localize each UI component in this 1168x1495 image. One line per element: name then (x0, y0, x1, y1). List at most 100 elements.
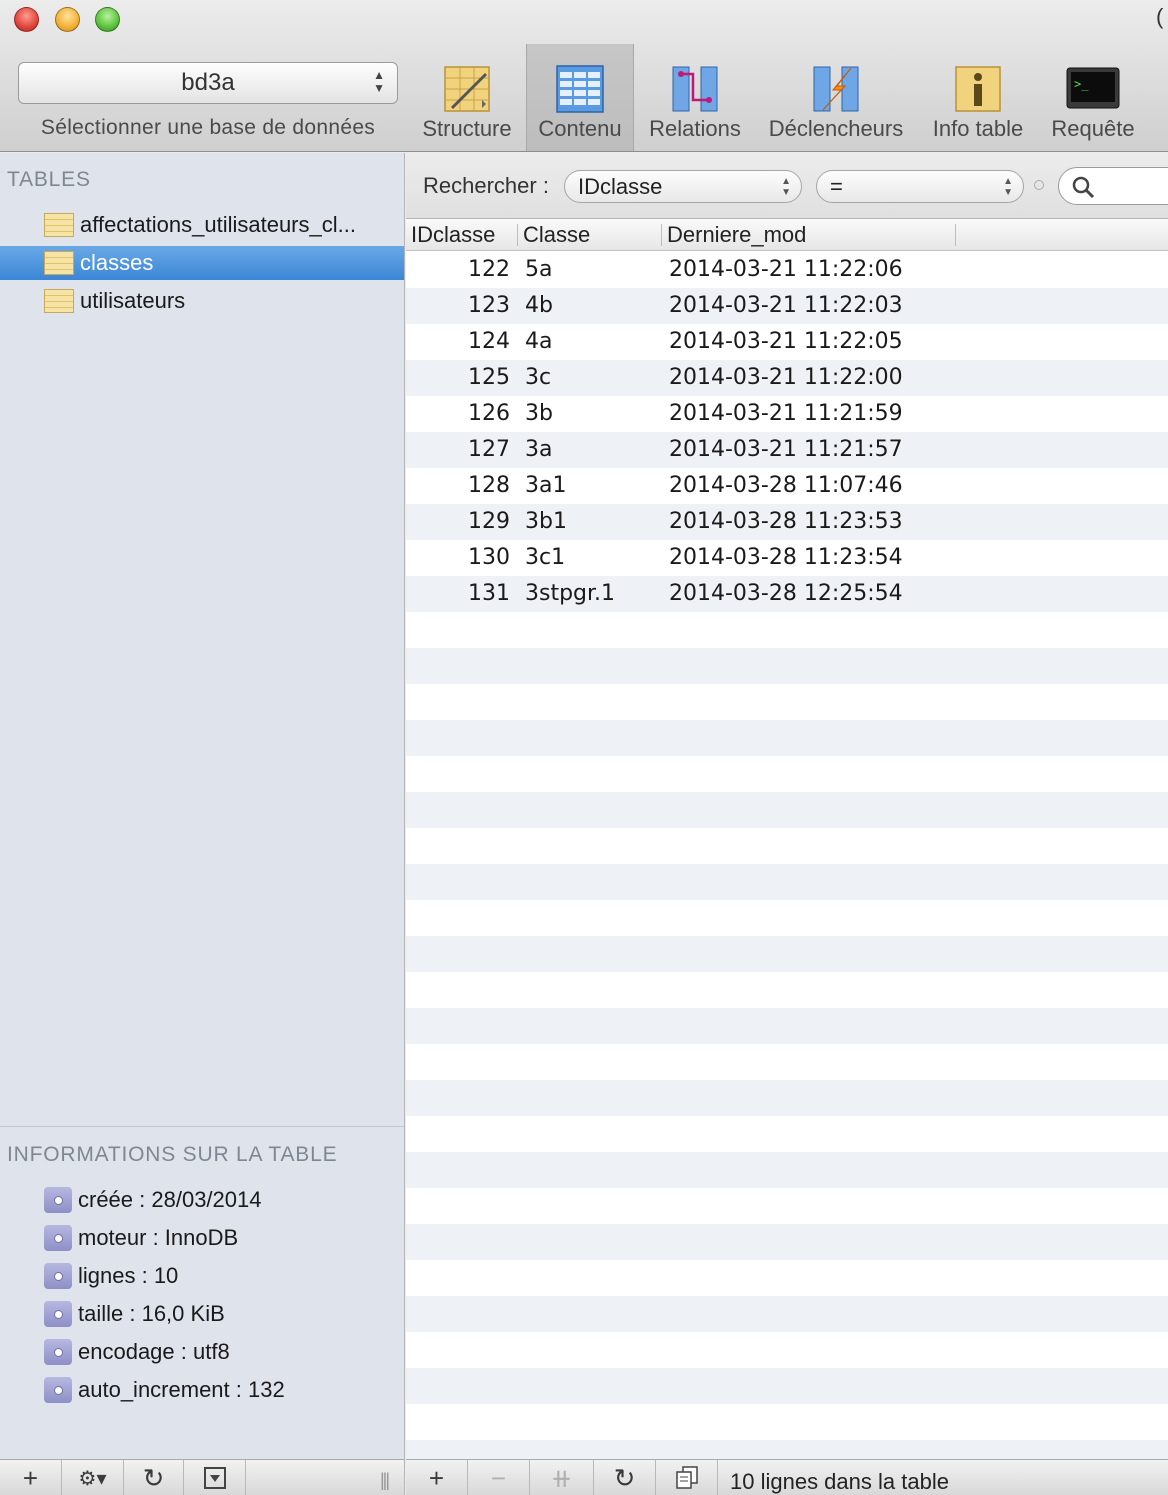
table-row[interactable]: 131 3stpgr.1 2014-03-28 12:25:54 (406, 576, 1168, 612)
filter-search-input[interactable] (1058, 167, 1168, 205)
table-row[interactable]: 128 3a1 2014-03-28 11:07:46 (406, 468, 1168, 504)
duplicate-icon: ⧺ (550, 1462, 573, 1493)
tool-relations[interactable]: Relations (640, 44, 750, 151)
table-row[interactable]: 126 3b 2014-03-21 11:21:59 (406, 396, 1168, 432)
filter-progress-indicator (1034, 180, 1044, 190)
pagination-button[interactable] (656, 1460, 718, 1495)
filter-field-select[interactable]: IDclasse ▲ ▼ (564, 170, 802, 203)
table-row[interactable]: 129 3b1 2014-03-28 11:23:53 (406, 504, 1168, 540)
table-actions-button[interactable]: ⚙▾ (62, 1460, 124, 1495)
tool-content[interactable]: Contenu (526, 44, 634, 151)
sidebar-table-utilisateurs[interactable]: utilisateurs (0, 284, 404, 318)
filter-tables-button[interactable] (184, 1460, 246, 1495)
select-arrows-icon: ▲ ▼ (781, 176, 791, 198)
refresh-tables-button[interactable]: ↻ (124, 1460, 184, 1495)
info-bullet-icon (44, 1377, 72, 1403)
info-item-text: lignes : 10 (78, 1263, 179, 1288)
plus-icon: + (428, 1462, 445, 1493)
sidebar-table-classes[interactable]: classes (0, 246, 404, 280)
filter-field-value: IDclasse (578, 173, 663, 199)
column-separator[interactable] (517, 224, 518, 246)
select-arrows-icon: ▲ ▼ (1003, 176, 1013, 198)
row-count-status: 10 lignes dans la table (730, 1469, 949, 1494)
tool-triggers[interactable]: Déclencheurs (758, 44, 914, 151)
window-corner-glyph: ( (1156, 4, 1164, 29)
add-table-button[interactable]: + (0, 1460, 62, 1495)
cell-idclasse: 131 (468, 581, 510, 606)
info-bullet-icon (44, 1263, 72, 1289)
sidebar-table-affectations[interactable]: affectations_utilisateurs_cl... (0, 208, 404, 242)
cell-idclasse: 124 (468, 329, 510, 354)
content-bottom-bar: + − ⧺ ↻ 10 lignes dans la table (406, 1459, 1168, 1495)
tool-structure[interactable]: Structure (408, 44, 526, 151)
table-body: 122 5a 2014-03-21 11:22:06 123 4b 2014-03-21… (406, 252, 1168, 1459)
minimize-window-button[interactable] (55, 7, 80, 32)
cell-derniere-mod: 2014-03-21 11:21:57 (669, 437, 903, 462)
info-item-engine: moteur : InnoDB (44, 1225, 238, 1251)
content-pane: Rechercher : IDclasse ▲ ▼ = ▲ ▼ IDclasse C… (406, 153, 1168, 1459)
cell-derniere-mod: 2014-03-28 11:23:54 (669, 545, 903, 570)
cell-idclasse: 130 (468, 545, 510, 570)
table-row[interactable]: 125 3c 2014-03-21 11:22:00 (406, 360, 1168, 396)
search-icon (1072, 176, 1095, 199)
plus-icon: + (22, 1462, 39, 1493)
structure-icon (444, 66, 490, 112)
table-row[interactable]: 122 5a 2014-03-21 11:22:06 (406, 252, 1168, 288)
svg-text:>_: >_ (1074, 77, 1089, 91)
cell-derniere-mod: 2014-03-21 11:22:06 (669, 257, 903, 282)
close-window-button[interactable] (14, 7, 39, 32)
duplicate-row-button[interactable]: ⧺ (530, 1460, 594, 1495)
cell-classe: 3c1 (525, 545, 566, 570)
column-header-idclasse[interactable]: IDclasse (411, 222, 495, 248)
tool-triggers-label: Déclencheurs (768, 116, 904, 141)
toolbar: ( bd3a ▲ ▼ Sélectionner une base de donné… (0, 0, 1168, 152)
minus-icon: − (490, 1462, 507, 1493)
filter-bar: Rechercher : IDclasse ▲ ▼ = ▲ ▼ (406, 153, 1168, 219)
info-bullet-icon (44, 1339, 72, 1365)
table-row[interactable]: 123 4b 2014-03-21 11:22:03 (406, 288, 1168, 324)
remove-row-button[interactable]: − (468, 1460, 530, 1495)
info-item-text: encodage : utf8 (78, 1339, 230, 1364)
tool-structure-label: Structure (422, 116, 512, 141)
split-resize-grip[interactable]: ||| (380, 1470, 390, 1491)
database-select[interactable]: bd3a ▲ ▼ (18, 62, 398, 104)
filter-operator-select[interactable]: = ▲ ▼ (816, 170, 1024, 203)
cell-classe: 3a1 (525, 473, 567, 498)
info-bullet-icon (44, 1225, 72, 1251)
terminal-icon: >_ (1066, 67, 1120, 109)
table-row[interactable]: 127 3a 2014-03-21 11:21:57 (406, 432, 1168, 468)
cell-derniere-mod: 2014-03-21 11:22:03 (669, 293, 903, 318)
cell-classe: 5a (525, 257, 553, 282)
info-item-created: créée : 28/03/2014 (44, 1187, 261, 1213)
info-icon (955, 66, 1001, 112)
info-item-size: taille : 16,0 KiB (44, 1301, 225, 1327)
column-header-classe[interactable]: Classe (523, 222, 590, 248)
table-icon (44, 213, 74, 237)
info-item-text: créée : 28/03/2014 (78, 1187, 262, 1212)
zoom-window-button[interactable] (95, 7, 120, 32)
filter-label: Rechercher : (423, 173, 549, 198)
table-row[interactable]: 130 3c1 2014-03-28 11:23:54 (406, 540, 1168, 576)
sidebar-table-label: classes (80, 250, 154, 275)
refresh-content-button[interactable]: ↻ (594, 1460, 656, 1495)
info-item-encoding: encodage : utf8 (44, 1339, 230, 1365)
tool-content-label: Contenu (538, 116, 622, 141)
info-item-text: auto_increment : 132 (78, 1377, 285, 1402)
sidebar: TABLES affectations_utilisateurs_cl... c… (0, 153, 405, 1459)
cell-derniere-mod: 2014-03-21 11:22:05 (669, 329, 903, 354)
table-row[interactable]: 124 4a 2014-03-21 11:22:05 (406, 324, 1168, 360)
info-item-text: moteur : InnoDB (78, 1225, 239, 1250)
sidebar-divider[interactable] (0, 1126, 404, 1127)
column-separator[interactable] (661, 224, 662, 246)
column-header-derniere-mod[interactable]: Derniere_mod (667, 222, 806, 248)
sidebar-table-label: affectations_utilisateurs_cl... (80, 212, 356, 237)
tool-table-info-label: Info table (932, 116, 1024, 141)
cell-derniere-mod: 2014-03-21 11:22:00 (669, 365, 903, 390)
table-icon (44, 251, 74, 275)
info-bullet-icon (44, 1301, 72, 1327)
tool-table-info[interactable]: Info table (920, 44, 1036, 151)
column-separator[interactable] (955, 224, 956, 246)
add-row-button[interactable]: + (406, 1460, 468, 1495)
cell-idclasse: 128 (468, 473, 510, 498)
tool-query[interactable]: >_ Requête (1040, 44, 1146, 151)
